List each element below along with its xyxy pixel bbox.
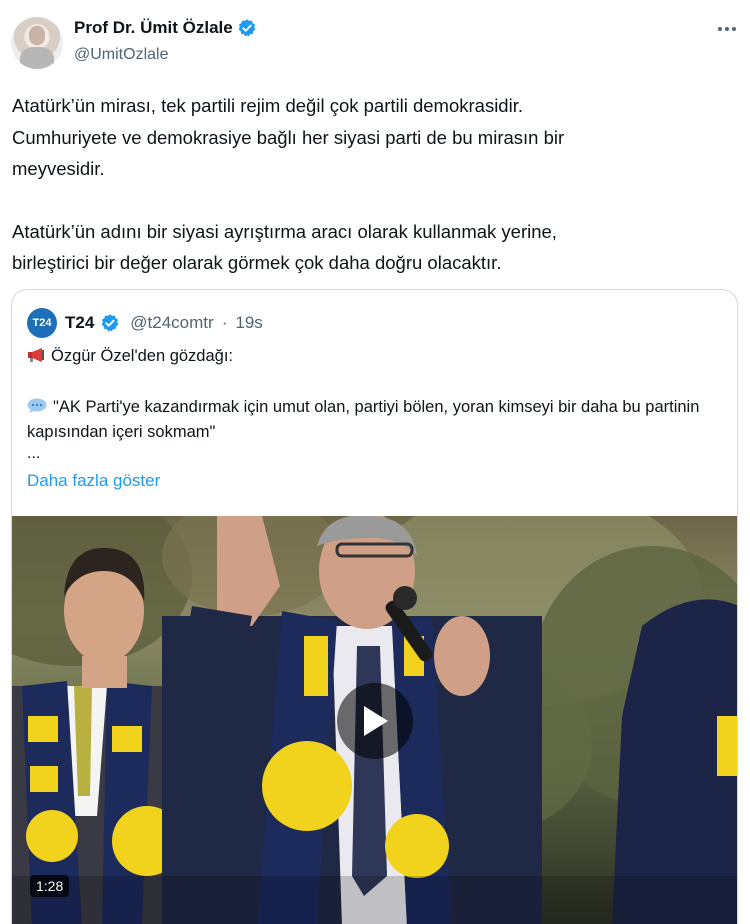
tweet-text: Atatürk’ün mirası, tek partili rejim değ… — [12, 90, 712, 279]
quoted-text-headline: Özgür Özel'den gözdağı: — [51, 347, 234, 365]
author-avatar[interactable] — [11, 17, 63, 69]
quoted-tweet-header: T24 T24 @t24comtr · 19s — [27, 308, 263, 338]
quoted-tweet-card[interactable]: T24 T24 @t24comtr · 19s Özgür Özel'den g… — [11, 289, 738, 924]
more-horizontal-icon[interactable] — [716, 18, 738, 44]
quoted-text-line-1: Özgür Özel'den gözdağı: — [27, 347, 233, 366]
show-more-link[interactable]: Daha fazla göster — [27, 471, 160, 491]
avatar-body — [20, 47, 54, 69]
t24-logo-avatar[interactable]: T24 — [27, 308, 57, 338]
author-handle[interactable]: @UmitOzlale — [74, 46, 168, 64]
avatar-head — [29, 26, 45, 45]
quoted-timestamp[interactable]: 19s — [235, 313, 262, 333]
megaphone-icon — [27, 348, 45, 362]
quoted-author-name[interactable]: T24 — [65, 313, 94, 333]
video-player[interactable]: 1:28 — [12, 516, 737, 924]
verified-badge-icon — [237, 18, 257, 38]
tweet-paragraph-2: Atatürk’ün adını bir siyasi ayrıştırma a… — [12, 220, 557, 274]
quoted-author-handle[interactable]: @t24comtr — [130, 313, 213, 333]
speech-bubble-icon — [27, 396, 47, 413]
tweet-paragraph-1: Atatürk’ün mirası, tek partili rejim değ… — [12, 95, 565, 179]
video-duration: 1:28 — [30, 875, 70, 897]
quoted-text-ellipsis: ... — [27, 445, 41, 462]
meta-separator: · — [221, 313, 228, 332]
author-display-name[interactable]: Prof Dr. Ümit Özlale — [74, 18, 233, 38]
author-name-row: Prof Dr. Ümit Özlale — [74, 18, 257, 38]
quoted-text-line-2: "AK Parti'ye kazandırmak için umut olan,… — [27, 395, 717, 445]
verified-badge-icon — [100, 313, 120, 333]
quoted-text-quote: "AK Parti'ye kazandırmak için umut olan,… — [27, 398, 700, 441]
play-icon[interactable] — [337, 683, 413, 759]
